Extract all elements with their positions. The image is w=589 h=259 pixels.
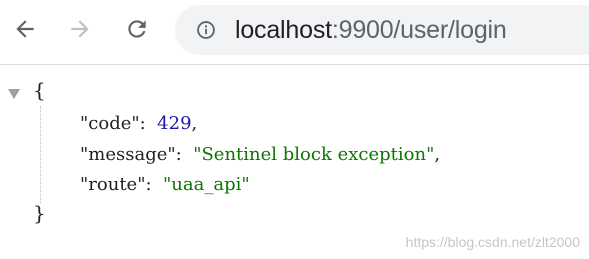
json-value: "Sentinel block exception" <box>193 144 435 165</box>
watermark: https://blog.csdn.net/zlt2000 <box>405 234 580 250</box>
forward-button[interactable] <box>63 12 97 46</box>
json-viewer: { "code": 429, "message": "Sentinel bloc… <box>0 65 589 259</box>
collapse-toggle-icon[interactable] <box>8 89 20 99</box>
json-comma: , <box>434 144 441 165</box>
reload-icon <box>128 20 146 38</box>
json-key: "code" <box>80 113 140 134</box>
json-value: "uaa_api" <box>163 174 250 195</box>
arrow-right-icon <box>71 20 89 38</box>
url-path: :9900/user/login <box>331 16 507 44</box>
json-entry-route: "route": "uaa_api" <box>80 174 250 195</box>
url-host: localhost <box>235 16 332 44</box>
json-key: "route" <box>80 174 146 195</box>
indent-guide <box>40 106 41 204</box>
browser-toolbar: localhost:9900/user/login <box>0 0 589 65</box>
json-comma: , <box>191 113 198 134</box>
info-icon[interactable] <box>196 20 216 40</box>
json-open-brace: { <box>33 78 46 102</box>
url-text[interactable]: localhost:9900/user/login <box>235 5 507 55</box>
json-close-brace: } <box>33 201 46 225</box>
json-entry-message: "message": "Sentinel block exception", <box>80 144 441 165</box>
reload-button[interactable] <box>120 12 154 46</box>
json-value: 429 <box>157 113 192 134</box>
json-entry-code: "code": 429, <box>80 113 198 134</box>
arrow-left-icon <box>16 20 34 38</box>
back-button[interactable] <box>8 12 42 46</box>
json-key: "message" <box>80 144 176 165</box>
address-bar[interactable]: localhost:9900/user/login <box>175 5 589 55</box>
